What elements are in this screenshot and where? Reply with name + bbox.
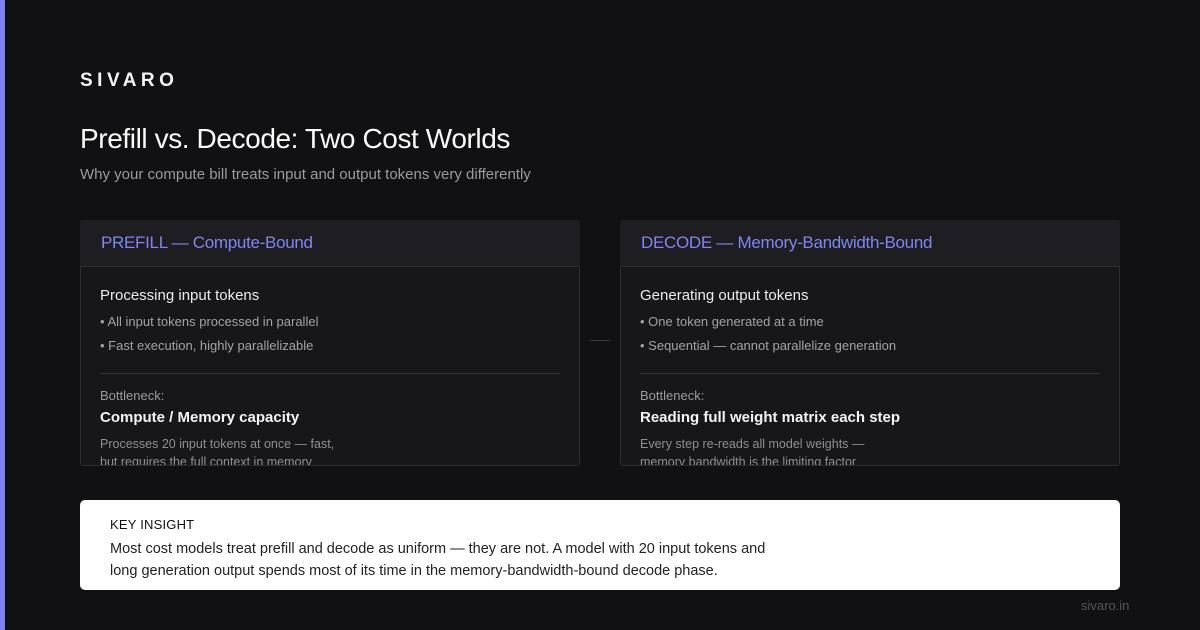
decode-note-line: Every step re-reads all model weights — — [640, 437, 865, 451]
decode-panel-heading: DECODE — Memory-Bandwidth-Bound — [641, 233, 933, 252]
page-subtitle: Why your compute bill treats input and o… — [80, 166, 531, 183]
key-insight-line: long generation output spends most of it… — [110, 563, 718, 579]
decode-bullet: • One token generated at a time — [640, 314, 824, 329]
decode-bottleneck-label: Bottleneck: — [640, 388, 705, 403]
prefill-panel-header: PREFILL — Compute-Bound — [80, 220, 580, 266]
prefill-panel-body: Processing input tokens • All input toke… — [80, 266, 580, 466]
prefill-body-title: Processing input tokens — [100, 287, 260, 304]
prefill-panel: PREFILL — Compute-Bound Processing input… — [80, 220, 580, 466]
prefill-note-line: Processes 20 input tokens at once — fast… — [100, 437, 335, 451]
page-title: Prefill vs. Decode: Two Cost Worlds — [80, 123, 511, 154]
prefill-note-line: but requires the full context in memory — [100, 455, 312, 466]
decode-bottleneck-value: Reading full weight matrix each step — [640, 409, 901, 426]
prefill-bullet: • All input tokens processed in parallel — [100, 314, 319, 329]
key-insight-text: Most cost models treat prefill and decod… — [110, 538, 830, 582]
decode-panel-header: DECODE — Memory-Bandwidth-Bound — [620, 220, 1120, 266]
prefill-divider — [100, 373, 560, 374]
decode-bottleneck-note: Every step re-reads all model weights — … — [640, 435, 1100, 466]
decode-panel: DECODE — Memory-Bandwidth-Bound Generati… — [620, 220, 1120, 466]
key-insight-line: Most cost models treat prefill and decod… — [110, 541, 766, 557]
footer-url: sivaro.in — [1081, 598, 1130, 613]
decode-note-line: memory bandwidth is the limiting factor — [640, 455, 857, 466]
key-insight-box: KEY INSIGHT Most cost models treat prefi… — [80, 500, 1120, 590]
prefill-bottleneck-note: Processes 20 input tokens at once — fast… — [100, 435, 560, 466]
prefill-bottleneck-label: Bottleneck: — [100, 388, 165, 403]
decode-panel-body: Generating output tokens • One token gen… — [620, 266, 1120, 466]
prefill-bottleneck-value: Compute / Memory capacity — [100, 409, 300, 426]
decode-divider — [640, 373, 1100, 374]
decode-body-title: Generating output tokens — [640, 287, 809, 304]
panel-connector-dash — [590, 340, 610, 341]
left-accent-bar — [0, 0, 5, 630]
decode-bullet: • Sequential — cannot parallelize genera… — [640, 338, 897, 353]
key-insight-label: KEY INSIGHT — [110, 517, 195, 532]
brand-logo: SIVARO — [80, 70, 179, 91]
prefill-panel-heading: PREFILL — Compute-Bound — [101, 233, 313, 252]
prefill-bullet: • Fast execution, highly parallelizable — [100, 338, 314, 353]
